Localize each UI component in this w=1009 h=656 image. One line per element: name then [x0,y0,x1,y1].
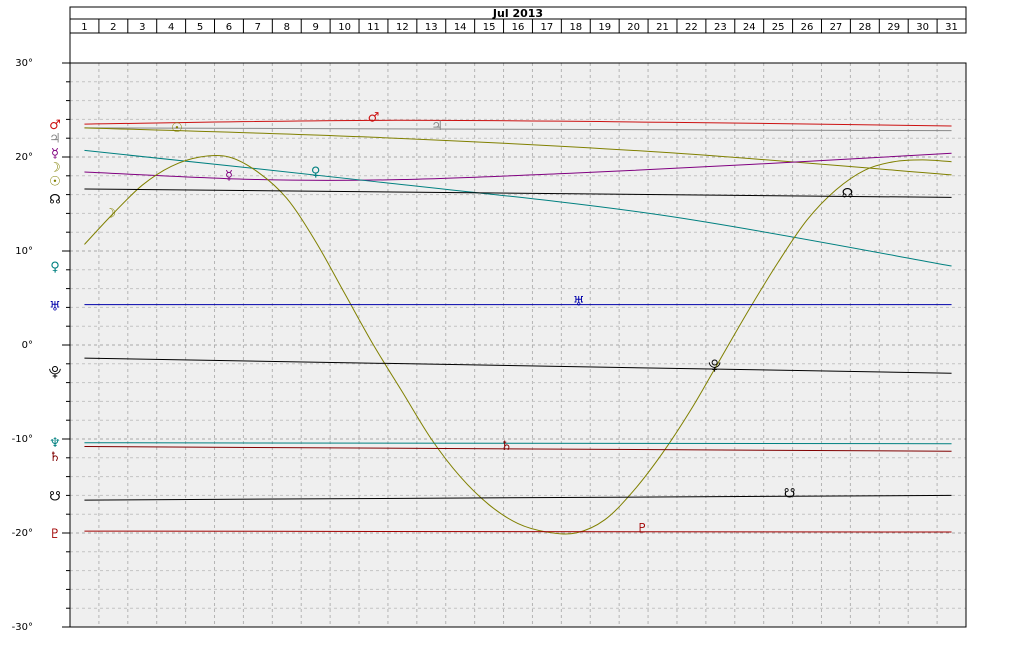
legend-glyph: ♆ [49,436,61,451]
month-title: Jul 2013 [492,7,543,20]
legend-glyph: ♀ [50,260,60,275]
day-label: 3 [139,22,145,33]
series-glyph: ♃ [431,119,443,134]
day-label: 1 [81,22,87,33]
series-glyph: ♀ [311,165,321,180]
legend-glyph: ♄ [49,450,61,465]
day-label: 11 [367,22,380,33]
day-label: 20 [627,22,640,33]
legend-glyph: ☋ [49,489,61,504]
day-label: 16 [512,22,525,33]
day-label: 24 [743,22,756,33]
series-glyph: ☉ [171,121,183,136]
day-label: 29 [887,22,900,33]
day-header: Jul 2013 1 2 3 4 5 6 7 8 9 10 11 12 13 14 15 16 17 18 19 20… [69,6,967,34]
series-glyph: ☋ [784,486,796,501]
y-tick-label: 0° [22,340,33,351]
day-label: 2 [110,22,116,33]
day-label: 6 [226,22,232,33]
day-label: 23 [714,22,727,33]
series-glyph: ⯓ [708,359,721,374]
legend-glyph: ☉ [49,175,61,190]
legend-glyph: ♅ [49,300,61,315]
day-label: 27 [830,22,843,33]
y-tick-label: -10° [12,434,33,445]
day-label: 9 [312,22,318,33]
series-glyph: ♄ [501,439,513,454]
day-label: 8 [284,22,290,33]
y-axis: 30° 20° 10° 0° -10° -20° -30° [12,33,71,633]
y-tick-label: 30° [15,58,33,69]
day-label: 30 [916,22,929,33]
legend-glyph: ⯓ [49,365,62,380]
declination-chart: Jul 2013 1 2 3 4 5 6 7 8 9 10 11 12 13 14 15 16 17 18 19 20… [12,6,967,633]
day-label: 26 [801,22,814,33]
legend-glyph: ☿ [51,146,59,161]
day-label: 22 [685,22,698,33]
day-label: 17 [541,22,554,33]
series-glyph: ♇ [636,522,648,537]
day-label: 12 [396,22,409,33]
day-label: 10 [338,22,351,33]
series-glyph: ♂ [368,110,380,125]
legend-glyph: ♇ [49,527,61,542]
day-label: 7 [255,22,261,33]
day-label: 31 [945,22,958,33]
y-tick-label: 20° [15,152,33,163]
y-tick-label: 10° [15,246,33,257]
day-label: 13 [425,22,438,33]
day-label: 5 [197,22,203,33]
day-label: 25 [772,22,785,33]
day-label: 14 [454,22,467,33]
day-label: 15 [483,22,496,33]
left-legend: ♂♃☿☽☉☊♀♅⯓♆♄☋♇ [49,118,62,542]
day-label: 4 [168,22,174,33]
legend-glyph: ☊ [49,192,61,207]
day-label: 19 [598,22,611,33]
y-tick-label: -30° [12,622,33,633]
series-glyph: ☽ [105,207,117,222]
y-tick-label: -20° [12,528,33,539]
day-label: 28 [858,22,871,33]
day-label: 21 [656,22,669,33]
series-glyph: ♅ [573,295,585,310]
day-label: 18 [569,22,582,33]
legend-glyph: ♃ [49,131,61,146]
series-glyph: ☿ [225,168,233,183]
legend-glyph: ☽ [49,160,61,175]
series-glyph: ☊ [842,186,854,201]
